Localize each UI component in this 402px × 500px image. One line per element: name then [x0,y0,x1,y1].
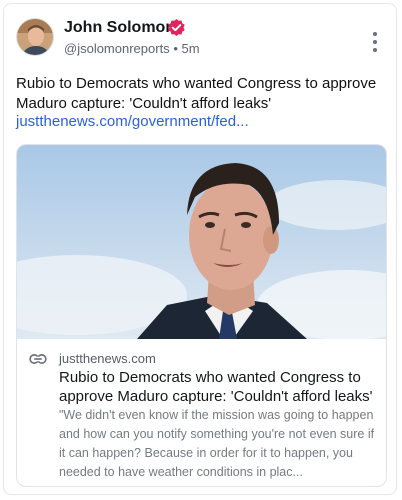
post-card: John Solomon @jsolomonreports • 5m Rubio… [3,3,397,495]
verified-badge-icon [168,18,185,37]
avatar[interactable] [16,18,54,56]
card-title[interactable]: Rubio to Democrats who wanted Congress t… [59,368,377,406]
link-preview-card[interactable]: justthenews.com Rubio to Democrats who w… [16,144,387,487]
post-link[interactable]: justthenews.com/government/fed... [16,113,249,130]
card-domain: justthenews.com [59,351,156,366]
post-time[interactable]: 5m [182,41,200,56]
handle-line: @jsolomonreports • 5m [64,41,200,56]
post-text: Rubio to Democrats who wanted Congress t… [16,75,377,112]
author-name[interactable]: John Solomon [64,19,175,37]
link-icon [29,354,47,364]
card-image [17,145,386,339]
author-handle[interactable]: @jsolomonreports [64,41,170,56]
more-vertical-icon[interactable] [370,32,380,52]
post-header: John Solomon @jsolomonreports • 5m [16,18,384,62]
card-description: "We didn't even know if the mission was … [59,408,375,479]
card-body: justthenews.com Rubio to Democrats who w… [17,339,386,486]
separator-dot: • [173,41,178,56]
